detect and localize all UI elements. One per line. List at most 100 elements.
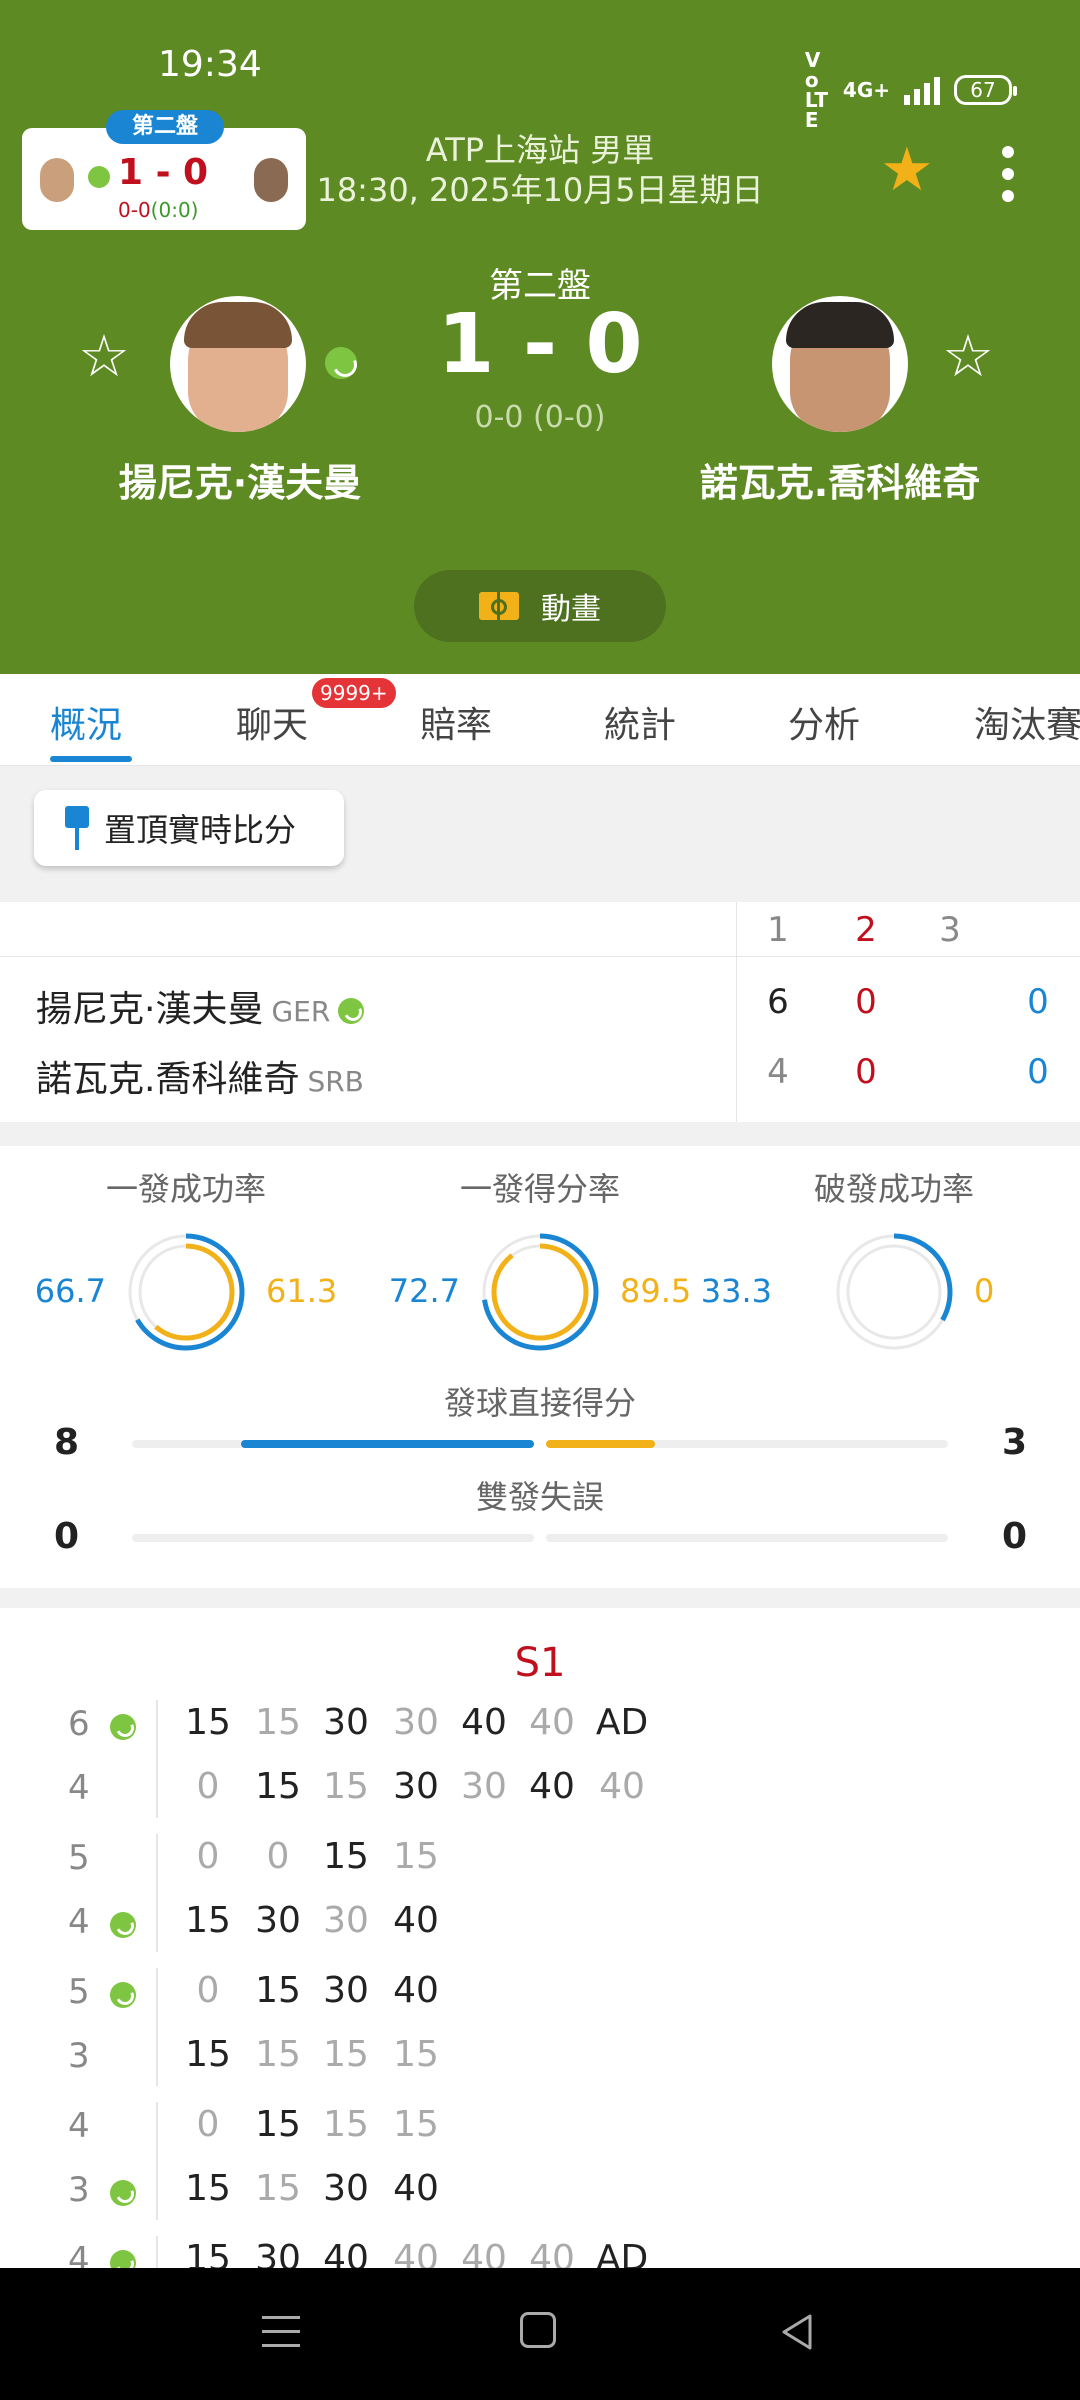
set-header-1: 1: [767, 910, 789, 950]
point-score-bottom: 30: [323, 1900, 369, 1941]
point-score-bottom: 15: [185, 2168, 231, 2209]
player2-row-name: 諾瓦克.喬科維奇: [36, 1059, 300, 1100]
serving-ball-icon: [110, 1912, 136, 1938]
point-score-bottom: 15: [255, 2034, 301, 2075]
serving-ball-icon: [110, 2180, 136, 2206]
point-score-top: 40: [323, 2238, 369, 2268]
point-score-bottom: 30: [323, 2168, 369, 2209]
stat-title-break-point: 破發成功率: [813, 1170, 974, 1208]
game-score-bottom: 3: [68, 2036, 90, 2076]
point-score-top: 40: [393, 1970, 439, 2011]
favorite-star-icon[interactable]: ★: [880, 140, 934, 200]
active-tab-indicator: [50, 756, 132, 762]
nav-back-icon[interactable]: [778, 2312, 818, 2352]
player2-avatar[interactable]: [772, 296, 908, 432]
tab-analysis[interactable]: 分析: [788, 696, 860, 748]
tab-odds[interactable]: 賠率: [420, 696, 492, 748]
stat1-right: 61.3: [266, 1272, 338, 1310]
match-screen: 19:34 Vo LTE 4G+ 67 1 - 0 0-0(0:0) 第二盤 AT…: [0, 0, 1080, 2400]
bar2-left-track: [132, 1534, 534, 1542]
player2-set1: 4: [767, 1052, 789, 1092]
point-score-bottom: 15: [323, 2034, 369, 2075]
bar2-right-track: [546, 1534, 948, 1542]
more-menu-icon[interactable]: [1002, 146, 1016, 212]
stat3-left: 33.3: [700, 1272, 772, 1310]
game-score-top: 5: [68, 1972, 90, 2012]
point-score-top: 30: [323, 1970, 369, 2011]
set-1-label: S1: [514, 1640, 566, 1686]
point-score-bottom: 40: [393, 2168, 439, 2209]
game-block: 4 3 0 15 15 15 15 15 30 40: [0, 2102, 1080, 2236]
serving-ball-icon: [110, 1714, 136, 1740]
status-time: 19:34: [158, 44, 262, 85]
animation-button[interactable]: 動畫: [414, 570, 666, 642]
point-score-bottom: 30: [255, 1900, 301, 1941]
game-score-bottom: 3: [68, 2170, 90, 2210]
player2-set2: 0: [855, 1052, 877, 1092]
volte-icon: Vo LTE: [804, 48, 828, 132]
scoreboard-divider: [0, 956, 1080, 957]
serve-ball-icon: [88, 166, 110, 188]
point-score-top: 15: [393, 1836, 439, 1877]
player1-country: GER: [271, 995, 331, 1028]
pin-live-score-button[interactable]: 置頂實時比分: [34, 790, 344, 866]
point-score-top: 0: [196, 2104, 220, 2145]
player2-follow-star-icon[interactable]: ☆: [942, 326, 994, 386]
scoreboard-column-divider: [736, 902, 737, 1122]
point-score-top: 40: [393, 2238, 439, 2268]
point-score-top: 40: [529, 2238, 575, 2268]
point-score-top: 15: [323, 1836, 369, 1877]
serving-ball-icon: [110, 2250, 136, 2268]
point-score-bottom: 15: [323, 1766, 369, 1807]
game-score-top: 5: [68, 1838, 90, 1878]
pitch-icon: [479, 592, 519, 620]
point-score-bottom: 15: [255, 1766, 301, 1807]
tab-stats[interactable]: 統計: [604, 696, 676, 748]
game-divider: [156, 1700, 158, 1818]
serving-ball-icon: [338, 998, 365, 1024]
gauge-inner-track: [846, 1244, 942, 1340]
point-score-top: 15: [393, 2104, 439, 2145]
point-score-bottom: 30: [393, 1766, 439, 1807]
network-type: 4G+: [842, 78, 890, 102]
set-header-2: 2: [855, 910, 877, 950]
point-score-top: 40: [461, 1702, 507, 1743]
player1-set2: 0: [855, 982, 877, 1022]
player1-set1: 6: [767, 982, 789, 1022]
mini-set-label: 第二盤: [106, 110, 224, 144]
point-score-top: 30: [323, 1702, 369, 1743]
game-score-top: 4: [68, 2106, 90, 2146]
game-score: 0-0 (0-0): [474, 400, 606, 435]
nav-home-icon[interactable]: [520, 2312, 556, 2348]
signal-icon: [904, 75, 940, 105]
bar1-left-fill: [240, 1440, 534, 1448]
player1-avatar[interactable]: [170, 296, 306, 432]
tab-chat[interactable]: 聊天: [236, 696, 308, 748]
game-divider: [156, 2236, 158, 2268]
player1-points: 0: [1027, 982, 1049, 1022]
stat3-gauge: [835, 1233, 953, 1351]
game-score-bottom: 4: [68, 1902, 90, 1942]
animation-label: 動畫: [541, 592, 601, 627]
nav-menu-icon[interactable]: [262, 2316, 300, 2358]
game-divider: [156, 1968, 158, 2086]
point-score-bottom: 0: [196, 1766, 220, 1807]
pin-icon: [62, 806, 92, 850]
battery-icon: 67: [954, 75, 1017, 105]
tournament-name: ATP上海站 男單: [425, 131, 655, 169]
player1-name[interactable]: 揚尼克·漢夫曼: [80, 452, 400, 507]
mini-subscore: 0-0(0:0): [118, 198, 199, 222]
tab-overview[interactable]: 概況: [50, 696, 122, 748]
player2-name[interactable]: 諾瓦克.喬科維奇: [680, 452, 1000, 507]
game-block: 4 15 30 40 40 40 40 AD: [0, 2236, 1080, 2268]
status-icons: Vo LTE 4G+ 67: [804, 48, 1017, 132]
bar2-title: 雙發失誤: [475, 1478, 604, 1516]
tab-knockout[interactable]: 淘汰賽: [974, 696, 1080, 748]
scoreboard-player1: 揚尼克·漢夫曼 GER: [36, 980, 365, 1032]
point-score-top: 15: [255, 1970, 301, 2011]
set-score: 1 - 0: [437, 297, 643, 392]
point-score-bottom: 15: [185, 1900, 231, 1941]
player1-follow-star-icon[interactable]: ☆: [78, 326, 130, 386]
set-header-3: 3: [939, 910, 961, 950]
bar1-title: 發球直接得分: [443, 1384, 636, 1422]
